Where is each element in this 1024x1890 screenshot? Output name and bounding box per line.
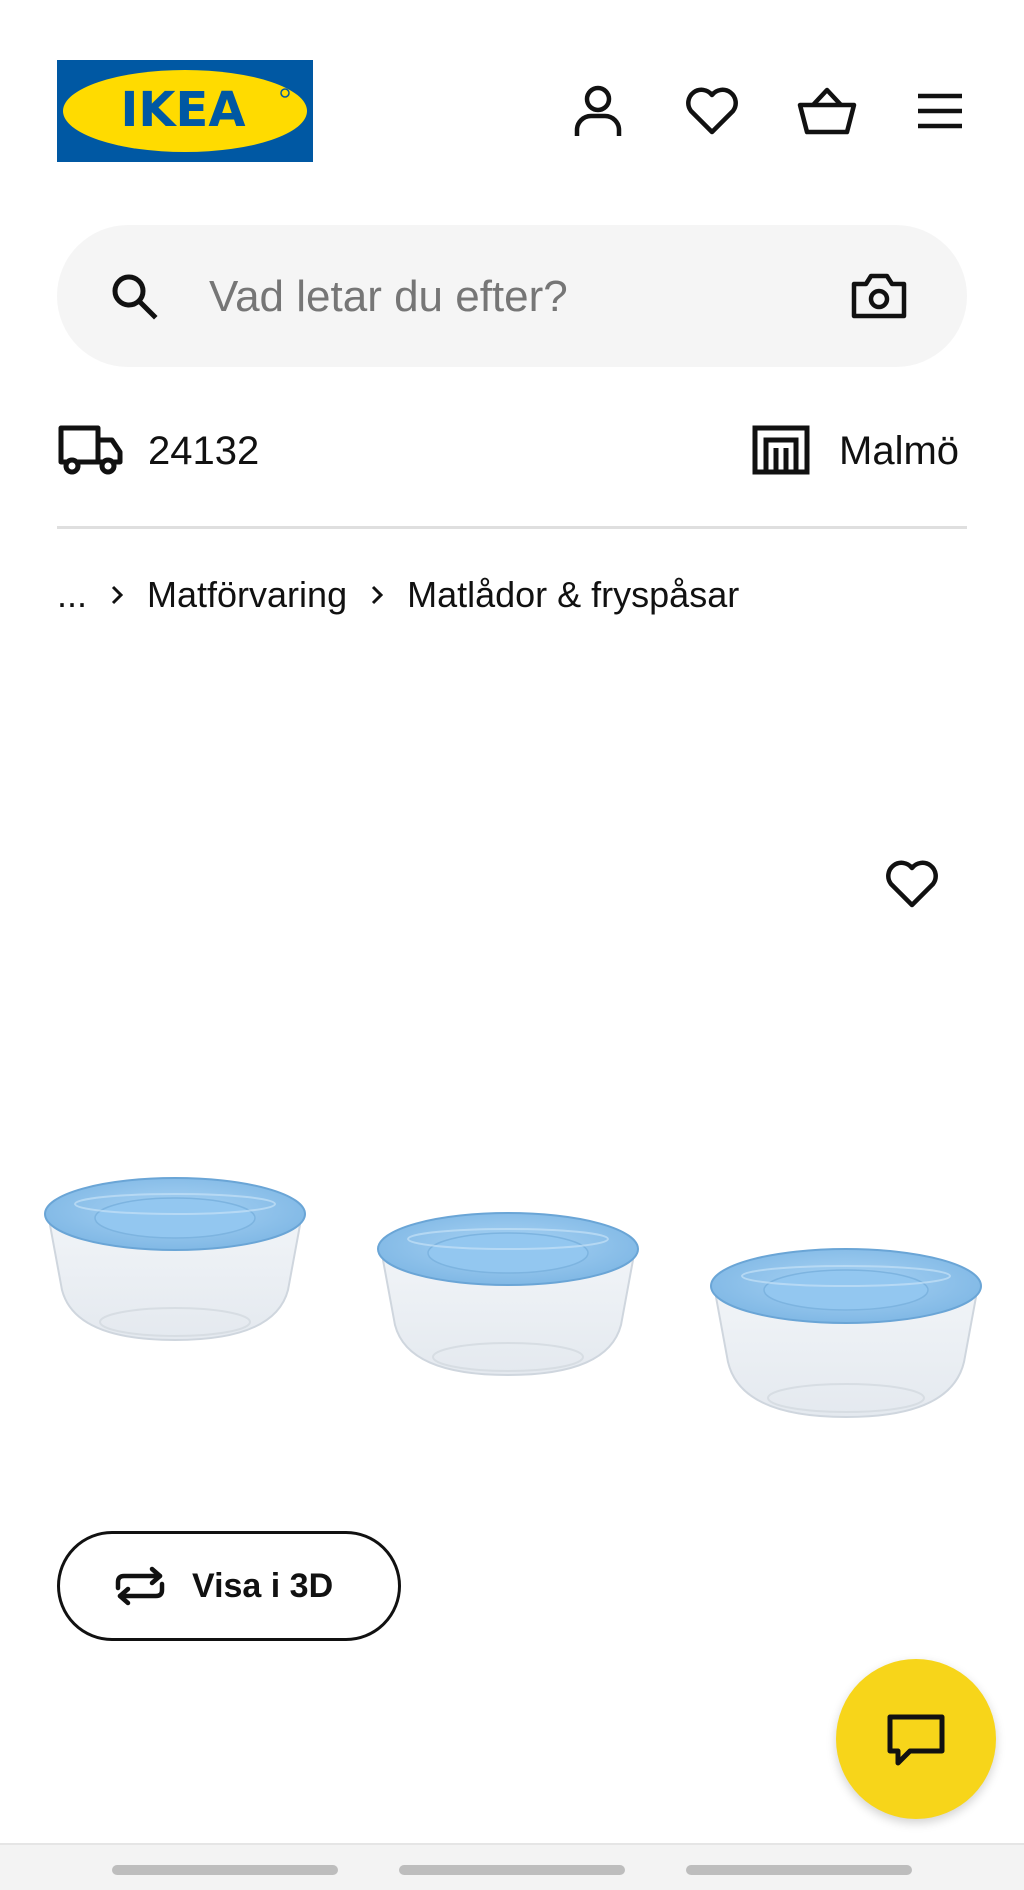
bottom-gesture-bar — [0, 1843, 1024, 1890]
store-name[interactable]: Malmö — [839, 431, 959, 471]
view-3d-button[interactable]: Visa i 3D — [57, 1531, 401, 1641]
container-2 — [377, 1212, 639, 1377]
store-icon[interactable] — [752, 424, 810, 481]
search-bar[interactable] — [57, 225, 967, 369]
camera-icon[interactable] — [851, 272, 907, 325]
bottom-pill[interactable] — [112, 1865, 338, 1875]
container-3 — [710, 1248, 982, 1419]
search-icon[interactable] — [109, 271, 159, 326]
product-image[interactable] — [20, 1140, 1010, 1450]
logo-text: IKEA — [121, 82, 246, 138]
user-icon[interactable] — [566, 79, 630, 143]
rotate-icon — [110, 1566, 170, 1606]
heart-icon[interactable] — [680, 79, 744, 143]
view-3d-label: Visa i 3D — [192, 1566, 334, 1605]
chevron-right-icon — [347, 584, 407, 606]
chevron-right-icon — [87, 584, 147, 606]
bottom-pill[interactable] — [399, 1865, 625, 1875]
container-1 — [44, 1177, 306, 1342]
breadcrumb-item-matforvaring[interactable]: Matförvaring — [147, 574, 347, 616]
menu-icon[interactable] — [908, 79, 972, 143]
truck-icon[interactable] — [58, 424, 124, 481]
product-favorite-heart-icon[interactable] — [880, 852, 944, 916]
divider — [57, 526, 967, 529]
ikea-logo[interactable]: IKEA — [57, 60, 313, 162]
delivery-postal-code[interactable]: 24132 — [148, 431, 259, 471]
search-input[interactable] — [207, 225, 871, 369]
basket-icon[interactable] — [795, 79, 859, 143]
breadcrumb: ... Matförvaring Matlådor & fryspåsar — [57, 574, 739, 616]
breadcrumb-item-matlador[interactable]: Matlådor & fryspåsar — [407, 574, 739, 616]
bottom-pill[interactable] — [686, 1865, 912, 1875]
breadcrumb-ellipsis[interactable]: ... — [57, 574, 87, 616]
chat-icon — [884, 1711, 948, 1767]
chat-button[interactable] — [836, 1659, 996, 1819]
